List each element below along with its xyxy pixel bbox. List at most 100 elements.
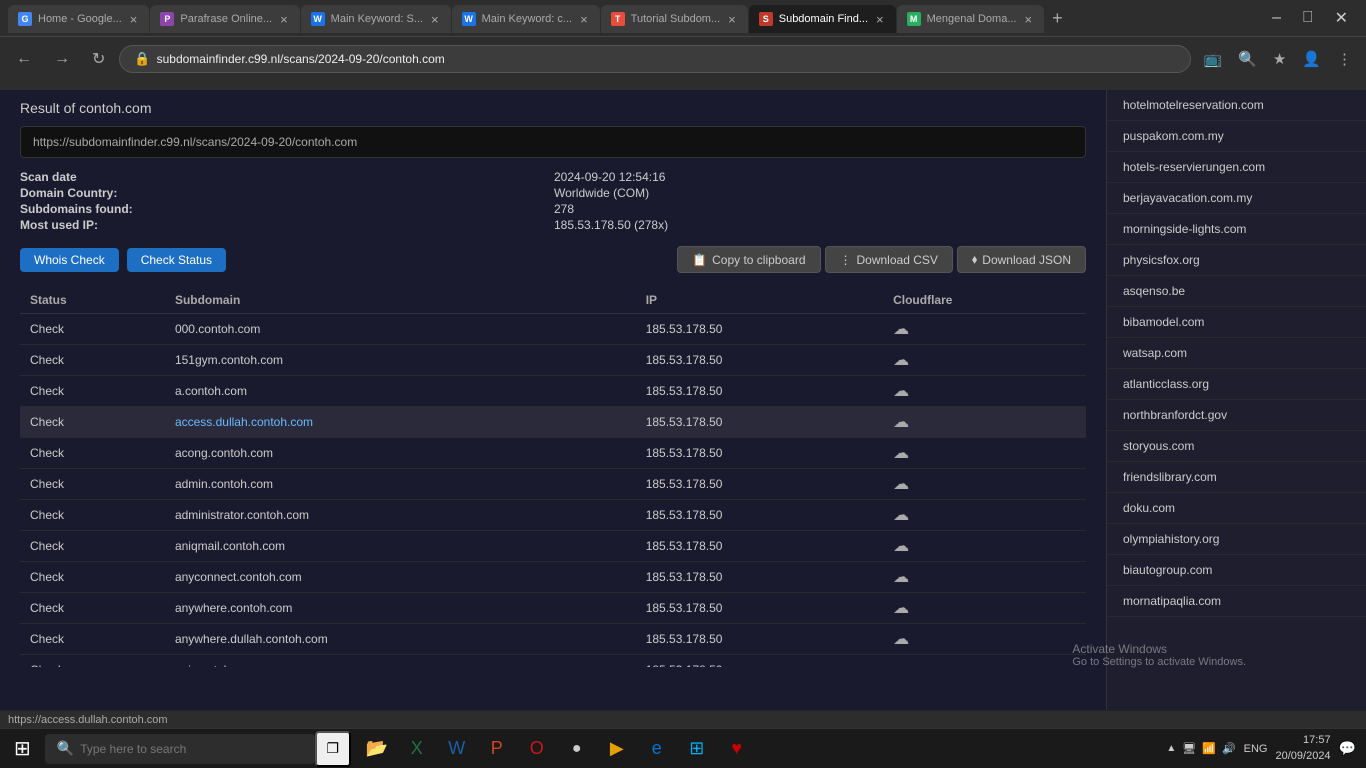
cell-cloudflare: ☁ xyxy=(883,438,1086,469)
browser-tab-6[interactable]: SSubdomain Find...× xyxy=(749,5,896,33)
browser-tab-2[interactable]: PParafrase Online...× xyxy=(150,5,299,33)
tab-favicon: T xyxy=(611,12,625,26)
address-bar[interactable]: 🔒 subdomainfinder.c99.nl/scans/2024-09-2… xyxy=(119,45,1191,73)
sidebar-item-12[interactable]: friendslibrary.com xyxy=(1107,462,1366,493)
sidebar-item-14[interactable]: olympiahistory.org xyxy=(1107,524,1366,555)
sidebar-item-6[interactable]: asqenso.be xyxy=(1107,276,1366,307)
taskbar-search[interactable]: 🔍 Type here to search xyxy=(45,734,315,764)
taskbar-app-antivirus[interactable]: ♥ xyxy=(719,731,755,767)
maximize-button[interactable]: ⎕ xyxy=(1293,4,1323,32)
cell-cloudflare: ☁ xyxy=(883,562,1086,593)
tab-favicon: W xyxy=(462,12,476,26)
download-csv-button[interactable]: ⋮ Download CSV xyxy=(825,246,953,273)
sidebar-item-7[interactable]: bibamodel.com xyxy=(1107,307,1366,338)
browser-tab-4[interactable]: W Main Keyword: c... × xyxy=(452,5,600,33)
cell-cloudflare: ☁ xyxy=(883,407,1086,438)
tab-close-button[interactable]: × xyxy=(874,10,886,29)
start-button[interactable]: ⊞ xyxy=(0,729,45,768)
tab-close-button[interactable]: × xyxy=(429,10,441,29)
nav-icons: 📺 🔍 ★ 👤 ⋮ xyxy=(1197,46,1358,72)
tab-close-button[interactable]: × xyxy=(278,10,290,29)
code-icon: ⬧ xyxy=(972,252,977,267)
check-status-button[interactable]: Check Status xyxy=(127,248,226,272)
cell-ip: 185.53.178.50 xyxy=(636,376,883,407)
browser-tab-3[interactable]: WMain Keyword: S...× xyxy=(301,5,451,33)
menu-button[interactable]: ⋮ xyxy=(1331,46,1358,72)
minimize-button[interactable]: – xyxy=(1262,4,1291,32)
cell-subdomain: acong.contoh.com xyxy=(165,438,636,469)
download-json-button[interactable]: ⬧ Download JSON xyxy=(957,246,1086,273)
close-button[interactable]: ✕ xyxy=(1325,4,1358,32)
browser-tab-7[interactable]: M Mengenal Doma... × xyxy=(897,5,1044,33)
cell-subdomain: admin.contoh.com xyxy=(165,469,636,500)
sidebar-item-13[interactable]: doku.com xyxy=(1107,493,1366,524)
taskbar-app-excel[interactable]: X xyxy=(399,731,435,767)
tab-close-button[interactable]: × xyxy=(1023,10,1035,29)
sidebar-item-11[interactable]: storyous.com xyxy=(1107,431,1366,462)
taskbar-app-powerpoint[interactable]: P xyxy=(479,731,515,767)
tab-close-button[interactable]: × xyxy=(726,10,738,29)
col-header-ip: IP xyxy=(636,287,883,314)
notifications-icon[interactable]: 💬 xyxy=(1339,740,1356,757)
clock[interactable]: 17:57 20/09/2024 xyxy=(1276,733,1331,764)
cell-status: Check xyxy=(20,345,165,376)
taskview-button[interactable]: ❐ xyxy=(315,731,351,767)
back-button[interactable]: ← xyxy=(8,46,40,72)
table-row: Checkacong.contoh.com185.53.178.50☁ xyxy=(20,438,1086,469)
whois-check-button[interactable]: Whois Check xyxy=(20,248,119,272)
sidebar-item-3[interactable]: berjayavacation.com.my xyxy=(1107,183,1366,214)
table-icon: ⋮ xyxy=(840,253,852,267)
tab-label: Main Keyword: c... xyxy=(482,13,572,25)
cast-button[interactable]: 📺 xyxy=(1197,46,1228,72)
bookmark-button[interactable]: ★ xyxy=(1267,46,1292,72)
table-row: Checkanywhere.contoh.com185.53.178.50☁ xyxy=(20,593,1086,624)
cell-subdomain[interactable]: access.dullah.contoh.com xyxy=(165,407,636,438)
taskbar-app-edge[interactable]: e xyxy=(639,731,675,767)
cell-subdomain: 151gym.contoh.com xyxy=(165,345,636,376)
table-row: Checkadmin.contoh.com185.53.178.50☁ xyxy=(20,469,1086,500)
cloudflare-icon: ☁ xyxy=(893,662,909,667)
taskbar-app-opera[interactable]: O xyxy=(519,731,555,767)
sidebar-item-15[interactable]: biautogroup.com xyxy=(1107,555,1366,586)
browser-tab-5[interactable]: T Tutorial Subdom... × xyxy=(601,5,748,33)
tab-favicon: M xyxy=(907,12,921,26)
taskbar-app-vlc[interactable]: ▶ xyxy=(599,731,635,767)
sidebar-item-10[interactable]: northbranfordct.gov xyxy=(1107,400,1366,431)
sidebar-item-1[interactable]: puspakom.com.my xyxy=(1107,121,1366,152)
reload-button[interactable]: ↻ xyxy=(84,45,113,73)
cell-subdomain: administrator.contoh.com xyxy=(165,500,636,531)
sidebar-item-0[interactable]: hotelmotelreservation.com xyxy=(1107,90,1366,121)
tab-label: Home - Google... xyxy=(38,13,122,25)
tab-close-button[interactable]: × xyxy=(578,10,590,29)
sidebar-item-5[interactable]: physicsfox.org xyxy=(1107,245,1366,276)
copy-clipboard-button[interactable]: 📋 Copy to clipboard xyxy=(677,246,820,273)
zoom-button[interactable]: 🔍 xyxy=(1232,46,1263,72)
new-tab-button[interactable]: + xyxy=(1044,4,1071,33)
profile-button[interactable]: 👤 xyxy=(1296,46,1327,72)
taskbar-app-chrome[interactable]: ● xyxy=(559,731,595,767)
tray-chevron[interactable]: ▲ xyxy=(1166,743,1176,754)
sidebar-item-16[interactable]: mornatipaqlia.com xyxy=(1107,586,1366,617)
browser-tab-1[interactable]: GHome - Google...× xyxy=(8,5,149,33)
cell-status: Check xyxy=(20,314,165,345)
sidebar-item-4[interactable]: morningside-lights.com xyxy=(1107,214,1366,245)
taskbar-app-explorer[interactable]: 📂 xyxy=(359,731,395,767)
cell-subdomain: api.contoh.com xyxy=(165,655,636,668)
tab-favicon: P xyxy=(160,12,174,26)
sidebar-item-2[interactable]: hotels-reservierungen.com xyxy=(1107,152,1366,183)
status-url: https://access.dullah.contoh.com xyxy=(8,714,168,726)
tab-label: Tutorial Subdom... xyxy=(631,13,720,25)
tab-label: Mengenal Doma... xyxy=(927,13,1017,25)
forward-button[interactable]: → xyxy=(46,46,78,72)
window-controls: – ⎕ ✕ xyxy=(1262,4,1358,32)
tab-close-button[interactable]: × xyxy=(128,10,140,29)
taskbar-app-windows[interactable]: ⊞ xyxy=(679,731,715,767)
sidebar-item-8[interactable]: watsap.com xyxy=(1107,338,1366,369)
table-row: Checkaniqmail.contoh.com185.53.178.50☁ xyxy=(20,531,1086,562)
cloudflare-icon: ☁ xyxy=(893,569,909,586)
taskbar-app-word[interactable]: W xyxy=(439,731,475,767)
cell-cloudflare: ☁ xyxy=(883,314,1086,345)
sidebar-item-9[interactable]: atlanticclass.org xyxy=(1107,369,1366,400)
cell-ip: 185.53.178.50 xyxy=(636,438,883,469)
subdomain-link[interactable]: access.dullah.contoh.com xyxy=(175,415,313,429)
